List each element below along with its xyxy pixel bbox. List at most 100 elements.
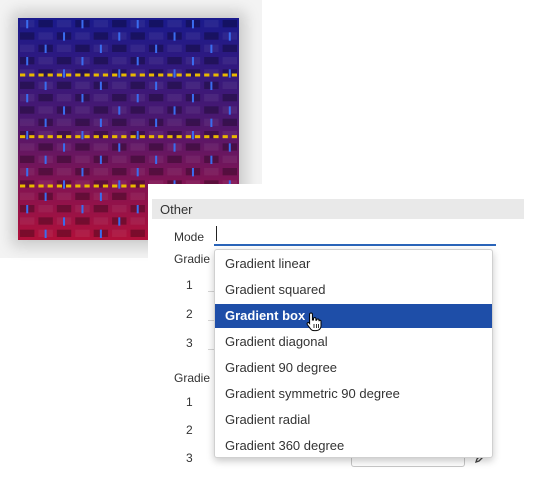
- texture-cell: [185, 143, 201, 151]
- dropdown-option-gradient-box[interactable]: Gradient box: [215, 304, 492, 328]
- texture-gold-thread: [102, 184, 109, 188]
- texture-blue-thread: [136, 205, 139, 214]
- texture-cell: [20, 81, 35, 89]
- texture-blue-thread: [136, 94, 139, 103]
- texture-gold-thread: [204, 73, 210, 77]
- texture-cell: [148, 168, 164, 176]
- texture-cell: [167, 168, 182, 176]
- texture-gold-thread: [130, 135, 136, 139]
- gradient-1-row-3-label: 3: [186, 336, 193, 350]
- texture-blue-thread: [63, 180, 66, 189]
- texture-blue-thread: [191, 20, 194, 29]
- texture-cell: [93, 143, 109, 151]
- texture-cell: [20, 106, 35, 114]
- texture-cell: [93, 217, 109, 225]
- texture-gold-thread: [176, 73, 182, 77]
- texture-gold-thread: [75, 135, 81, 139]
- texture-blue-thread: [63, 106, 66, 115]
- texture-blue-thread: [63, 143, 66, 152]
- texture-cell: [38, 32, 53, 40]
- texture-cell: [130, 118, 145, 126]
- texture-blue-thread: [81, 168, 84, 177]
- texture-blue-thread: [81, 205, 84, 214]
- mode-label: Mode: [174, 230, 205, 244]
- texture-cell: [38, 20, 53, 28]
- texture-cell: [20, 229, 35, 237]
- texture-cell: [204, 94, 219, 102]
- gradient-group-2-label: Gradie: [174, 371, 211, 385]
- texture-blue-thread: [118, 217, 121, 226]
- texture-gold-thread: [139, 135, 145, 139]
- texture-cell: [112, 229, 127, 237]
- texture-blue-thread: [136, 20, 139, 29]
- texture-cell: [38, 57, 53, 65]
- texture-cell: [148, 20, 164, 28]
- dropdown-option-gradient-squared[interactable]: Gradient squared: [215, 278, 492, 302]
- texture-blue-thread: [228, 143, 231, 152]
- texture-gold-thread: [20, 184, 26, 188]
- texture-gold-thread: [47, 184, 53, 188]
- texture-blue-thread: [26, 94, 29, 103]
- texture-cell: [130, 229, 145, 237]
- texture-cell: [112, 205, 127, 213]
- texture-blue-thread: [99, 118, 102, 127]
- mode-dropdown-list: Gradient linear Gradient squared Gradien…: [214, 249, 493, 458]
- texture-gold-thread: [66, 184, 72, 188]
- texture-cell: [222, 94, 237, 102]
- texture-blue-thread: [26, 205, 29, 214]
- texture-gold-thread: [75, 184, 81, 188]
- texture-blue-thread: [228, 106, 231, 115]
- texture-cell: [93, 57, 109, 65]
- texture-cell: [130, 192, 145, 200]
- texture-gold-thread: [213, 135, 219, 139]
- dropdown-option-gradient-90-degree[interactable]: Gradient 90 degree: [215, 356, 492, 380]
- texture-gold-thread: [20, 73, 26, 77]
- texture-blue-thread: [99, 229, 102, 238]
- dropdown-option-gradient-symmetric-90-degree[interactable]: Gradient symmetric 90 degree: [215, 382, 492, 406]
- dropdown-option-gradient-linear[interactable]: Gradient linear: [215, 252, 492, 276]
- texture-cell: [75, 44, 90, 52]
- texture-cell: [204, 32, 219, 40]
- texture-cell: [56, 205, 72, 213]
- texture-cell: [75, 32, 90, 40]
- texture-cell: [222, 81, 237, 89]
- texture-blue-thread: [44, 192, 47, 201]
- texture-cell: [112, 44, 127, 52]
- texture-gold-thread: [56, 135, 63, 139]
- dropdown-option-gradient-radial[interactable]: Gradient radial: [215, 408, 492, 432]
- texture-cell: [56, 192, 72, 200]
- texture-cell: [93, 106, 109, 114]
- texture-blue-thread: [191, 94, 194, 103]
- texture-cell: [38, 168, 53, 176]
- texture-cell: [56, 81, 72, 89]
- dropdown-option-gradient-360-degree[interactable]: Gradient 360 degree: [215, 434, 492, 457]
- texture-gold-thread: [38, 73, 44, 77]
- texture-cell: [93, 205, 109, 213]
- dropdown-option-gradient-diagonal[interactable]: Gradient diagonal: [215, 330, 492, 354]
- texture-blue-thread: [44, 155, 47, 164]
- texture-blue-thread: [173, 69, 176, 78]
- texture-cell: [56, 20, 72, 28]
- texture-cell: [167, 57, 182, 65]
- texture-gold-thread: [112, 184, 118, 188]
- texture-cell: [112, 118, 127, 126]
- texture-blue-thread: [228, 69, 231, 78]
- texture-gold-thread: [194, 135, 201, 139]
- texture-blue-thread: [44, 118, 47, 127]
- texture-gold-thread: [66, 73, 72, 77]
- texture-cell: [75, 81, 90, 89]
- texture-cell: [222, 44, 237, 52]
- mode-select-input[interactable]: [214, 222, 496, 246]
- texture-gold-thread: [185, 73, 191, 77]
- texture-blue-thread: [118, 106, 121, 115]
- texture-cell: [75, 217, 90, 225]
- section-header-other[interactable]: Other: [152, 199, 524, 219]
- texture-cell: [204, 143, 219, 151]
- texture-gold-thread: [121, 73, 127, 77]
- texture-gold-thread: [222, 135, 228, 139]
- texture-cell: [222, 118, 237, 126]
- texture-cell: [185, 32, 201, 40]
- texture-gold-thread: [158, 73, 164, 77]
- texture-blue-thread: [173, 32, 176, 41]
- texture-blue-thread: [210, 118, 213, 127]
